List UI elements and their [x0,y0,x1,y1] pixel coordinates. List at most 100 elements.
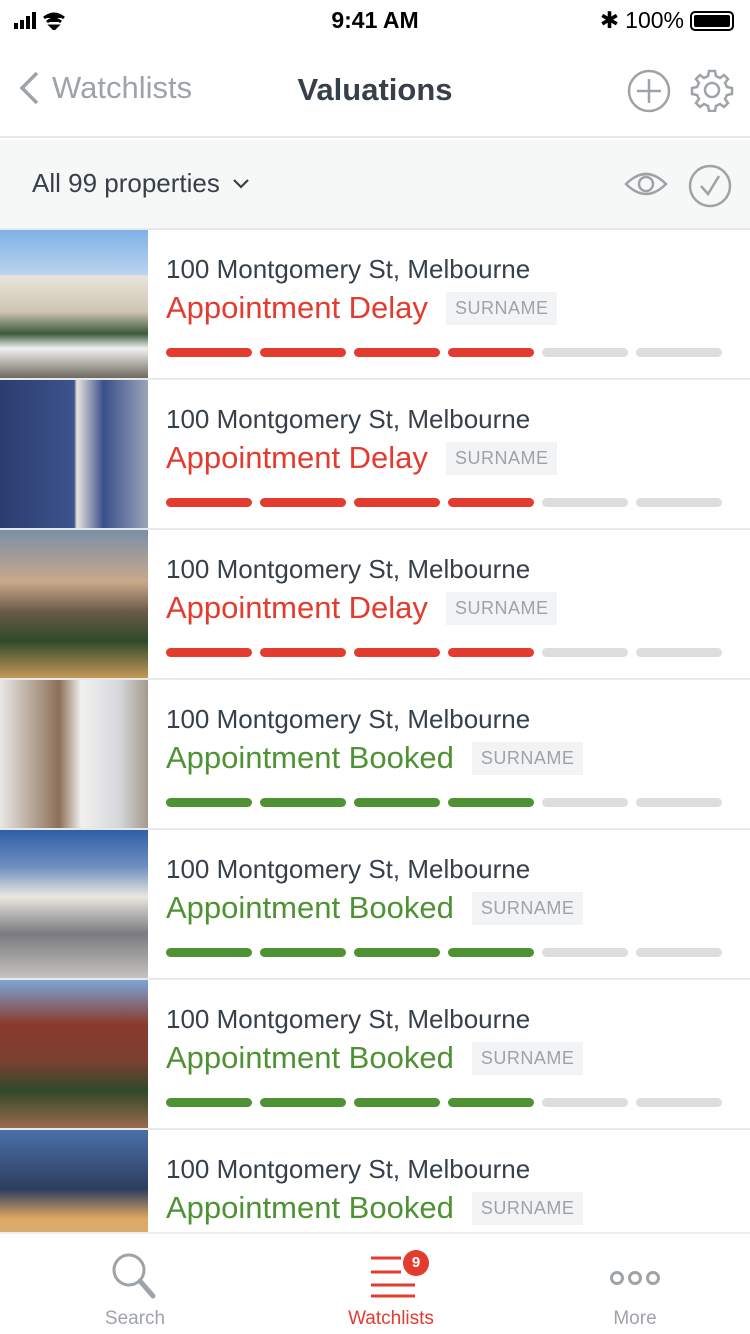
property-photo [0,830,148,978]
surname-badge: SURNAME [471,1041,584,1075]
bluetooth-icon: ✱ [599,7,620,33]
nav-bar: Watchlists Valuations [0,40,750,138]
property-list[interactable]: 100 Montgomery St, Melbourne Appointment… [0,230,750,1232]
check-circle-icon[interactable] [688,164,732,208]
notification-badge: 9 [403,1250,429,1276]
tab-label: Search [104,1308,166,1329]
property-row[interactable]: 100 Montgomery St, Melbourne Appointment… [0,230,750,380]
progress-segment [448,798,534,807]
property-address: 100 Montgomery St, Melbourne [166,554,531,584]
progress-segment [542,648,628,657]
property-row[interactable]: 100 Montgomery St, Melbourne Appointment… [0,530,750,680]
progress-segment [166,1098,252,1107]
eye-icon[interactable] [624,164,668,204]
progress-segment [448,948,534,957]
add-icon[interactable] [626,68,672,114]
progress-segment [636,498,722,507]
property-row[interactable]: 100 Montgomery St, Melbourne Appointment… [0,380,750,530]
tab-label: Watchlists [348,1308,434,1329]
progress-segment [542,1098,628,1107]
surname-badge: SURNAME [445,591,558,625]
tab-search[interactable]: Search [35,1248,235,1330]
progress-bar [166,948,722,957]
progress-segment [260,498,346,507]
progress-segment [542,798,628,807]
property-status: Appointment Delay [166,440,428,475]
property-status: Appointment Booked [166,1040,454,1075]
more-icon [610,1271,660,1285]
progress-segment [448,498,534,507]
property-status: Appointment Booked [166,740,454,775]
property-row[interactable]: 100 Montgomery St, Melbourne Appointment… [0,980,750,1130]
progress-segment [636,798,722,807]
property-photo [0,530,148,678]
progress-segment [260,798,346,807]
property-row[interactable]: 100 Montgomery St, Melbourne Appointment… [0,1130,750,1232]
progress-segment [448,348,534,357]
progress-segment [542,498,628,507]
progress-segment [354,948,440,957]
surname-badge: SURNAME [445,441,558,475]
progress-bar [166,648,722,657]
surname-badge: SURNAME [471,1191,584,1225]
property-filter-dropdown[interactable]: All 99 properties [32,168,250,199]
progress-bar [166,1098,722,1107]
tab-label: More [613,1308,657,1329]
progress-segment [542,948,628,957]
progress-segment [542,348,628,357]
progress-bar [166,798,722,807]
property-address: 100 Montgomery St, Melbourne [166,704,531,734]
progress-bar [166,348,722,357]
progress-segment [260,1098,346,1107]
progress-segment [260,348,346,357]
property-address: 100 Montgomery St, Melbourne [166,1004,531,1034]
progress-segment [166,948,252,957]
progress-segment [260,648,346,657]
property-photo [0,680,148,828]
progress-segment [354,648,440,657]
surname-badge: SURNAME [445,291,558,325]
property-status: Appointment Delay [166,290,428,325]
progress-segment [448,648,534,657]
property-photo [0,380,148,528]
battery-icon [690,10,734,31]
property-status: Appointment Booked [166,1190,454,1225]
surname-badge: SURNAME [471,741,584,775]
property-photo [0,980,148,1128]
progress-segment [636,648,722,657]
progress-segment [166,498,252,507]
status-bar: 9:41 AM ✱ 100% [0,0,750,40]
progress-segment [354,798,440,807]
progress-segment [354,498,440,507]
progress-segment [636,1098,722,1107]
progress-segment [260,948,346,957]
progress-segment [166,798,252,807]
battery-percent: 100% [625,7,684,33]
progress-segment [636,348,722,357]
gear-icon[interactable] [690,68,734,112]
progress-bar [166,498,722,507]
property-row[interactable]: 100 Montgomery St, Melbourne Appointment… [0,680,750,830]
property-address: 100 Montgomery St, Melbourne [166,854,531,884]
tab-bar: Search 9 Watchlists More [0,1232,750,1334]
property-address: 100 Montgomery St, Melbourne [166,254,531,284]
filter-bar: All 99 properties [0,140,750,230]
progress-segment [636,948,722,957]
property-row[interactable]: 100 Montgomery St, Melbourne Appointment… [0,830,750,980]
property-address: 100 Montgomery St, Melbourne [166,1154,531,1184]
chevron-down-icon [233,178,249,189]
progress-segment [166,648,252,657]
progress-segment [166,348,252,357]
property-photo [0,230,148,378]
progress-segment [354,348,440,357]
property-status: Appointment Delay [166,590,428,625]
filter-label: All 99 properties [32,168,220,198]
property-photo [0,1130,148,1232]
tab-more[interactable]: More [535,1248,735,1330]
tab-watchlists[interactable]: 9 Watchlists [291,1248,491,1330]
progress-segment [448,1098,534,1107]
progress-segment [354,1098,440,1107]
search-icon [112,1253,156,1299]
property-status: Appointment Booked [166,890,454,925]
property-address: 100 Montgomery St, Melbourne [166,404,531,434]
